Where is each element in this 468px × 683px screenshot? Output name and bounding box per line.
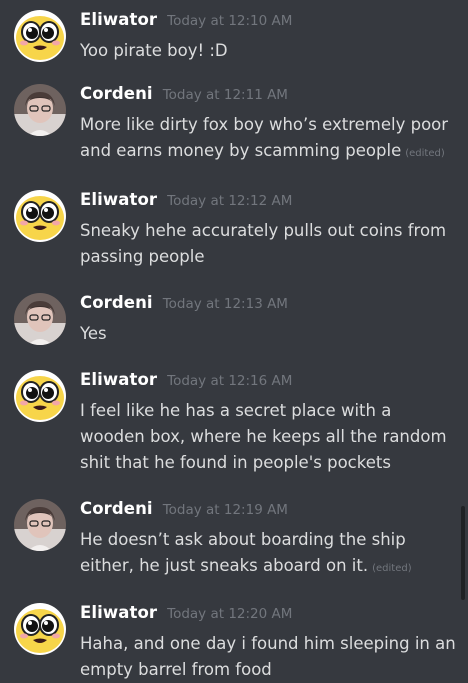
message-text: either, he just sneaks aboard on it.	[80, 556, 369, 575]
user-photo-avatar-icon[interactable]	[14, 293, 66, 345]
message-content: Sneaky hehe accurately pulls out coins f…	[80, 218, 460, 270]
message-text: and earns money by scamming people	[80, 141, 402, 160]
cartoon-face-avatar-icon[interactable]	[14, 370, 66, 422]
message-text: shit that he found in people's pockets	[80, 453, 391, 472]
message-text: He doesn’t ask about boarding the ship	[80, 530, 406, 549]
message-line: Haha, and one day i found him sleeping i…	[80, 631, 460, 657]
message-timestamp: Today at 12:20 AM	[167, 606, 293, 622]
message-text: I feel like he has a secret place with a	[80, 401, 392, 420]
author-name[interactable]: Cordeni	[80, 499, 153, 518]
message-timestamp: Today at 12:12 AM	[167, 193, 293, 209]
message-text: Yes	[80, 324, 107, 343]
edited-label: (edited)	[405, 148, 445, 159]
message-line: passing people	[80, 244, 460, 270]
user-photo-avatar-icon[interactable]	[14, 84, 66, 136]
message-text: Yoo pirate boy! :D	[80, 41, 228, 60]
cartoon-face-avatar-icon[interactable]	[14, 603, 66, 655]
message-header: Eliwator Today at 12:16 AM	[80, 370, 292, 389]
message-timestamp: Today at 12:11 AM	[162, 87, 288, 103]
message-line: More like dirty fox boy who’s extremely …	[80, 112, 460, 138]
message-line: either, he just sneaks aboard on it. (edi…	[80, 553, 460, 582]
cartoon-face-avatar-icon[interactable]	[14, 190, 66, 242]
message-header: Cordeni Today at 12:11 AM	[80, 84, 288, 103]
message-text: empty barrel from food	[80, 660, 272, 679]
message-content: Yes	[80, 321, 460, 347]
message-line: wooden box, where he keeps all the rando…	[80, 424, 460, 450]
message-timestamp: Today at 12:10 AM	[167, 13, 293, 29]
scrollbar-thumb[interactable]	[461, 506, 465, 600]
message-header: Eliwator Today at 12:20 AM	[80, 603, 292, 622]
message-line: I feel like he has a secret place with a	[80, 398, 460, 424]
message-line: and earns money by scamming people (edite…	[80, 138, 460, 167]
message-content: Yoo pirate boy! :D	[80, 38, 460, 64]
message-text: wooden box, where he keeps all the rando…	[80, 427, 447, 446]
message-content: Haha, and one day i found him sleeping i…	[80, 631, 460, 683]
message-text: Sneaky hehe accurately pulls out coins f…	[80, 221, 447, 240]
message-text: passing people	[80, 247, 205, 266]
author-name[interactable]: Eliwator	[80, 370, 157, 389]
message-timestamp: Today at 12:13 AM	[162, 296, 288, 312]
message-line: shit that he found in people's pockets	[80, 450, 460, 476]
author-name[interactable]: Eliwator	[80, 190, 157, 209]
user-photo-avatar-icon[interactable]	[14, 499, 66, 551]
message-line: Sneaky hehe accurately pulls out coins f…	[80, 218, 460, 244]
message-line: Yoo pirate boy! :D	[80, 38, 460, 64]
message-header: Eliwator Today at 12:10 AM	[80, 10, 292, 29]
message-timestamp: Today at 12:16 AM	[167, 373, 293, 389]
message-text: Haha, and one day i found him sleeping i…	[80, 634, 456, 653]
message-header: Cordeni Today at 12:19 AM	[80, 499, 288, 518]
author-name[interactable]: Eliwator	[80, 603, 157, 622]
message-content: More like dirty fox boy who’s extremely …	[80, 112, 460, 167]
cartoon-face-avatar-icon[interactable]	[14, 10, 66, 62]
message-text: More like dirty fox boy who’s extremely …	[80, 115, 449, 134]
author-name[interactable]: Cordeni	[80, 84, 153, 103]
message-header: Eliwator Today at 12:12 AM	[80, 190, 292, 209]
message-line: He doesn’t ask about boarding the ship	[80, 527, 460, 553]
message-timestamp: Today at 12:19 AM	[162, 502, 288, 518]
message-header: Cordeni Today at 12:13 AM	[80, 293, 288, 312]
message-line: Yes	[80, 321, 460, 347]
edited-label: (edited)	[372, 563, 412, 574]
message-content: I feel like he has a secret place with a…	[80, 398, 460, 476]
author-name[interactable]: Eliwator	[80, 10, 157, 29]
message-line: empty barrel from food	[80, 657, 460, 683]
author-name[interactable]: Cordeni	[80, 293, 153, 312]
message-content: He doesn’t ask about boarding the ship ei…	[80, 527, 460, 582]
